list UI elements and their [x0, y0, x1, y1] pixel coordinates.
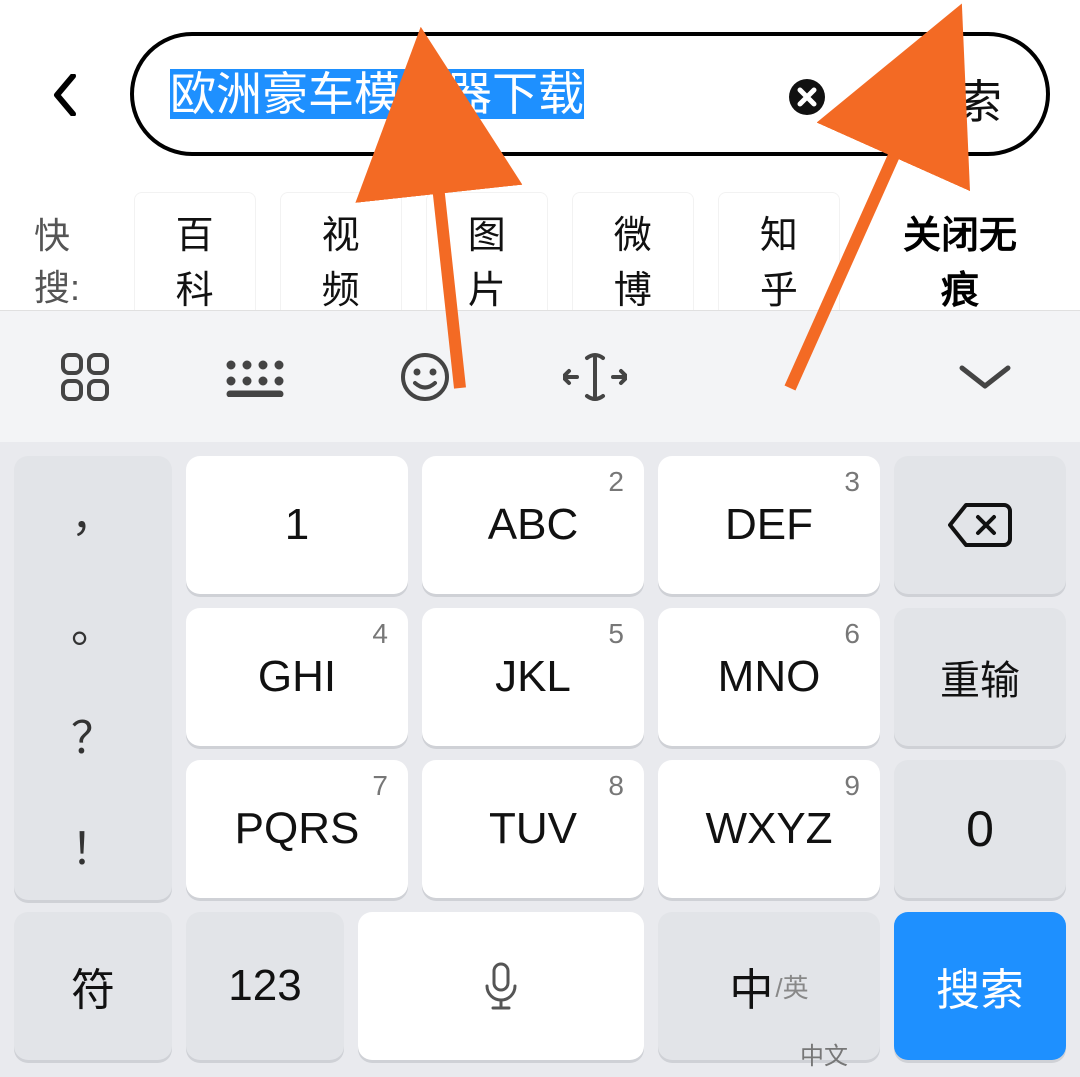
- keyboard-dots-icon: [223, 357, 287, 397]
- back-button[interactable]: [42, 72, 88, 118]
- key-def-label: DEF: [725, 500, 813, 550]
- chevron-down-icon: [958, 362, 1012, 392]
- key-3-num: 3: [844, 466, 860, 498]
- key-space-mic[interactable]: [358, 912, 644, 1060]
- chevron-left-icon: [52, 74, 78, 116]
- key-def[interactable]: 3 DEF: [658, 456, 880, 594]
- key-abc[interactable]: 2 ABC: [422, 456, 644, 594]
- quick-chip-video[interactable]: 视频: [280, 192, 402, 326]
- key-9-num: 9: [844, 770, 860, 802]
- search-query-text[interactable]: 欧洲豪车模拟器下载: [170, 69, 584, 119]
- lang-sub: /英: [775, 968, 808, 1005]
- close-incognito-button[interactable]: 关闭无痕: [864, 192, 1056, 326]
- key-zero[interactable]: 0: [894, 760, 1066, 898]
- key-1-letters: 1: [285, 500, 309, 550]
- key-mno[interactable]: 6 MNO: [658, 608, 880, 746]
- key-symbols[interactable]: 符: [14, 912, 172, 1060]
- backspace-icon: [948, 503, 1012, 547]
- clear-input-button[interactable]: [788, 78, 826, 116]
- quick-chip-image[interactable]: 图片: [426, 192, 548, 326]
- lang-main: 中: [729, 954, 773, 1018]
- key-ghi-label: GHI: [258, 652, 336, 702]
- mic-icon: [475, 960, 527, 1012]
- quick-search-row: 快搜: 百科 视频 图片 微博 知乎 关闭无痕: [0, 212, 1080, 306]
- key-2-num: 2: [608, 466, 624, 498]
- key-7-num: 7: [372, 770, 388, 802]
- key-8-num: 8: [608, 770, 624, 802]
- key-search[interactable]: 搜索: [894, 912, 1066, 1060]
- punct-period[interactable]: 。: [14, 567, 172, 678]
- quick-chip-zhihu[interactable]: 知乎: [718, 192, 840, 326]
- keypad: ， 。 ？ ！ 1 2 ABC 3 DEF 4 GHI 5 JKL 6 MNO 7 PQRS…: [0, 442, 1080, 1077]
- key-numeric[interactable]: 123: [186, 912, 344, 1060]
- search-box[interactable]: 欧洲豪车模拟器下载 搜索: [130, 32, 1050, 156]
- key-backspace[interactable]: [894, 456, 1066, 594]
- punct-question[interactable]: ？: [14, 678, 172, 789]
- quick-search-label: 快搜:: [34, 207, 110, 311]
- key-jkl-label: JKL: [495, 652, 571, 702]
- key-5-num: 5: [608, 618, 624, 650]
- ime-apps-button[interactable]: [0, 311, 170, 443]
- key-4-num: 4: [372, 618, 388, 650]
- close-circle-icon: [788, 78, 826, 116]
- quick-chip-weibo[interactable]: 微博: [572, 192, 694, 326]
- punct-exclamation[interactable]: ！: [14, 789, 172, 900]
- quick-chip-baike[interactable]: 百科: [134, 192, 256, 326]
- apps-icon: [59, 351, 111, 403]
- key-pqrs-label: PQRS: [235, 804, 360, 854]
- key-pqrs[interactable]: 7 PQRS: [186, 760, 408, 898]
- ime-emoji-button[interactable]: [340, 311, 510, 443]
- emoji-icon: [400, 352, 450, 402]
- punct-comma[interactable]: ，: [14, 456, 172, 567]
- key-wxyz[interactable]: 9 WXYZ: [658, 760, 880, 898]
- ime-collapse-button[interactable]: [890, 311, 1080, 443]
- key-tuv-label: TUV: [489, 804, 577, 854]
- cursor-move-icon: [563, 352, 627, 402]
- key-ghi[interactable]: 4 GHI: [186, 608, 408, 746]
- search-button[interactable]: 搜索: [910, 66, 1002, 132]
- key-1[interactable]: 1: [186, 456, 408, 594]
- key-tuv[interactable]: 8 TUV: [422, 760, 644, 898]
- key-retype[interactable]: 重输: [894, 608, 1066, 746]
- key-wxyz-label: WXYZ: [705, 804, 832, 854]
- ime-toolbar: [0, 310, 1080, 442]
- key-abc-label: ABC: [488, 500, 578, 550]
- punctuation-column: ， 。 ？ ！: [14, 456, 172, 900]
- key-6-num: 6: [844, 618, 860, 650]
- ime-cursor-button[interactable]: [510, 311, 680, 443]
- key-jkl[interactable]: 5 JKL: [422, 608, 644, 746]
- ime-keyboard-button[interactable]: [170, 311, 340, 443]
- search-header: 欧洲豪车模拟器下载 搜索: [0, 0, 1080, 190]
- key-mno-label: MNO: [718, 652, 821, 702]
- ime-language-hint: 中文: [800, 1036, 848, 1071]
